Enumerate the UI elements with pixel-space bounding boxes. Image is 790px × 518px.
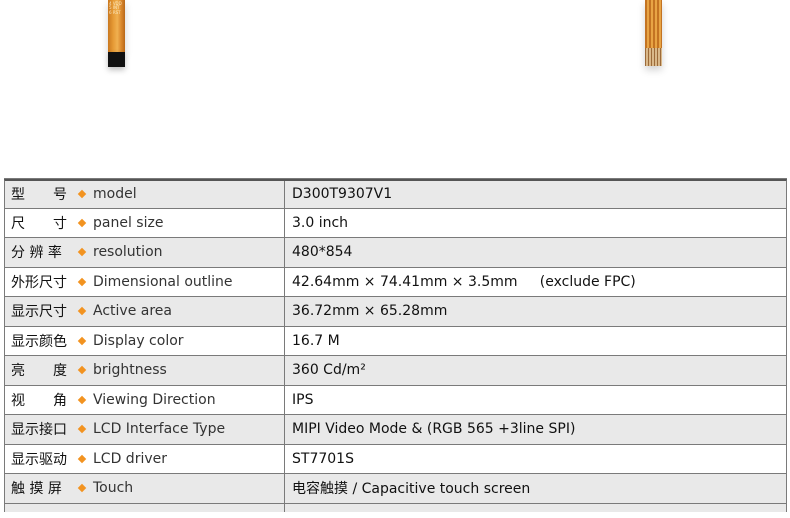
spec-value: ST7701S: [292, 450, 354, 467]
diamond-bullet-icon: [77, 307, 87, 316]
spec-label: 亮 度 brightness: [5, 356, 285, 385]
spec-label-cn: 显示接口: [11, 422, 67, 439]
spec-value: 电容触摸 / Capacitive touch screen: [285, 474, 786, 503]
pin-label: 6 RST: [109, 9, 121, 15]
spec-value: 36.72mm × 65.28mm: [285, 297, 786, 326]
spec-label: 分 辨 率 resolution: [5, 238, 285, 267]
spec-label: 触 摸 屏 Touch: [5, 474, 285, 503]
diamond-bullet-icon: [77, 277, 87, 286]
left-fpc-connector: [108, 52, 125, 67]
spec-label: 外形尺寸 Dimensional outline: [5, 267, 285, 296]
spec-label-en: Touch: [93, 480, 134, 497]
spec-label-cn: 显示颜色: [11, 333, 67, 350]
spec-label-en: model: [93, 186, 137, 203]
spec-label: 显示接口 LCD Interface Type: [5, 415, 285, 444]
spec-label: 显示驱动 LCD driver: [5, 444, 285, 473]
spec-label: 型 号 model: [5, 181, 285, 208]
spec-row: 视 角 Viewing Direction IPS: [4, 385, 787, 415]
spec-label-cn: 亮 度: [11, 363, 67, 380]
spec-row: 型 号 model D300T9307V1: [4, 179, 787, 209]
spec-value: 42.64mm × 74.41mm × 3.5mm (exclude FPC): [292, 273, 636, 290]
spec-row: 尺 寸 panel size 3.0 inch: [4, 208, 787, 238]
spec-row: 触 摸 屏 Touch 电容触摸 / Capacitive touch screen: [4, 474, 787, 504]
spec-row: 亮 度 brightness 360 Cd/m²: [4, 356, 787, 386]
diamond-bullet-icon: [77, 248, 87, 257]
spec-label-cn: 显示尺寸: [11, 304, 67, 321]
spec-label-cn: 尺 寸: [11, 215, 67, 232]
spec-row: 显示接口 LCD Interface Type MIPI Video Mode & …: [4, 415, 787, 445]
diamond-bullet-icon: [77, 425, 87, 434]
spec-label-en: Active area: [93, 303, 172, 320]
diamond-bullet-icon: [77, 454, 87, 463]
diamond-bullet-icon: [77, 218, 87, 227]
left-fpc-pin-labels: 4 VDD 5 INT 6 RST: [109, 1, 124, 15]
spec-label-cn: 外形尺寸: [11, 274, 67, 291]
diamond-bullet-icon: [77, 395, 87, 404]
spec-row-partial: [4, 503, 787, 512]
spec-label: 显示颜色 Display color: [5, 326, 285, 355]
spec-value: 360 Cd/m²: [285, 356, 786, 385]
diamond-bullet-icon: [77, 366, 87, 375]
spec-row: 显示尺寸 Active area 36.72mm × 65.28mm: [4, 297, 787, 327]
spec-value: 16.7 M: [292, 332, 340, 349]
spec-label-cn: 视 角: [11, 392, 67, 409]
diamond-bullet-icon: [77, 190, 87, 199]
spec-label: 尺 寸 panel size: [5, 208, 285, 237]
diamond-bullet-icon: [77, 336, 87, 345]
spec-label-en: resolution: [93, 244, 163, 261]
spec-label-en: Display color: [93, 332, 184, 349]
spec-value: D300T9307V1: [285, 181, 786, 208]
spec-label-cn: 分 辨 率: [11, 245, 62, 262]
spec-label-en: LCD driver: [93, 450, 167, 467]
spec-label-en: brightness: [93, 362, 167, 379]
spec-row: 显示驱动 LCD driver ST7701S: [4, 444, 787, 474]
spec-value: [285, 503, 786, 512]
spec-label-cn: 显示驱动: [11, 451, 67, 468]
spec-label-en: LCD Interface Type: [93, 421, 226, 438]
spec-value: IPS: [292, 391, 314, 408]
spec-label-en: Viewing Direction: [93, 391, 216, 408]
spec-label-cn: 触 摸 屏: [11, 481, 62, 498]
diamond-bullet-icon: [77, 484, 87, 493]
spec-label-cn: 型 号: [11, 187, 67, 204]
spec-label-en: panel size: [93, 214, 164, 231]
spec-value: 3.0 inch: [292, 214, 349, 231]
spec-value: MIPI Video Mode & (RGB 565 +3line SPI): [285, 415, 786, 444]
right-fpc-cable: [645, 0, 662, 66]
spec-label: [5, 503, 285, 512]
spec-label-en: Dimensional outline: [93, 273, 233, 290]
spec-row: 外形尺寸 Dimensional outline 42.64mm × 74.41mm…: [4, 267, 787, 297]
spec-row: 显示颜色 Display color 16.7 M: [4, 326, 787, 356]
spec-label: 视 角 Viewing Direction: [5, 385, 285, 414]
spec-table: 型 号 model D300T9307V1 尺 寸 panel size 3.0 inch…: [4, 178, 787, 512]
spec-label: 显示尺寸 Active area: [5, 297, 285, 326]
left-fpc-cable: 4 VDD 5 INT 6 RST: [108, 0, 125, 52]
spec-row: 分 辨 率 resolution 480*854: [4, 238, 787, 268]
spec-value: 480*854: [285, 238, 786, 267]
